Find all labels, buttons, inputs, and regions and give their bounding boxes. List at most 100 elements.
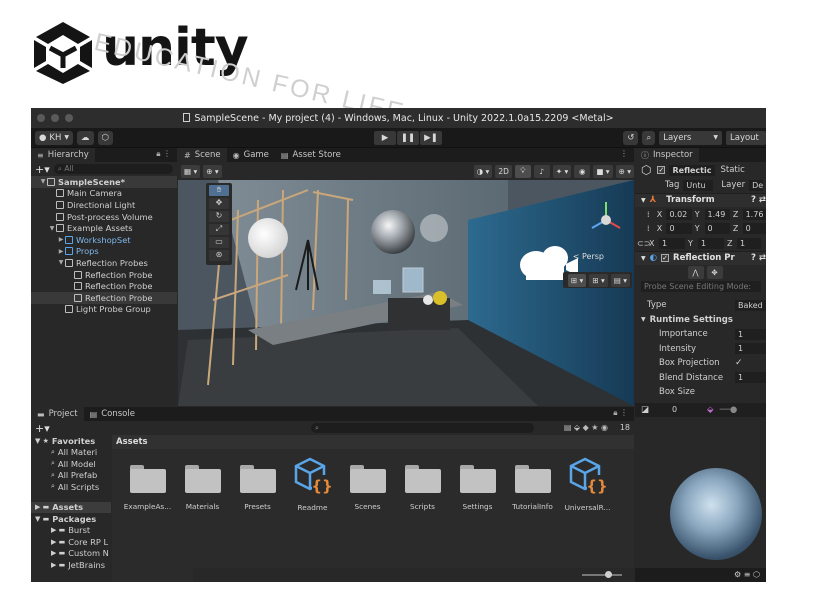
blend-distance-field[interactable]: 1	[735, 372, 766, 384]
scale-y-field[interactable]: 1	[698, 237, 724, 249]
chevron-right-icon[interactable]: ▶	[57, 236, 65, 243]
runtime-settings-header[interactable]: ▼ Runtime Settings	[635, 313, 766, 328]
preview-mip-field[interactable]: 0	[669, 404, 700, 416]
hierarchy-item[interactable]: Reflection Probe	[31, 291, 177, 304]
step-button[interactable]: ▶❚	[420, 130, 442, 145]
scale-z-field[interactable]: 1	[737, 237, 761, 249]
hierarchy-item[interactable]: Reflection Probe	[31, 269, 177, 281]
asset-item[interactable]: {} UniversalR...	[560, 455, 615, 512]
hierarchy-item[interactable]: Post-process Volume	[31, 211, 177, 223]
hierarchy-item[interactable]: Reflection Probe	[31, 280, 177, 292]
active-checkbox[interactable]: ✓	[657, 166, 666, 174]
chevron-down-icon[interactable]: ▼	[39, 178, 47, 185]
tag-dropdown[interactable]: Untu	[683, 179, 714, 191]
effects-dropdown[interactable]: ✦ ▾	[552, 164, 572, 178]
probe-more-button[interactable]: ▤ ▾	[610, 273, 630, 287]
asset-item[interactable]: ExampleAs...	[120, 455, 175, 512]
hand-tool-button[interactable]: ✋︎	[209, 185, 229, 196]
tab-asset-store[interactable]: ▤ Asset Store	[275, 148, 347, 162]
scale-x-field[interactable]: 1	[659, 237, 685, 249]
tab-console[interactable]: ▤ Console	[84, 407, 141, 421]
link-icon[interactable]: ⊂⊃	[637, 239, 650, 248]
tab-inspector[interactable]: ⓘ Inspector	[635, 148, 699, 162]
shading-dropdown[interactable]: ◑ ▾	[473, 164, 493, 178]
scene-panel-menu[interactable]: ⋮	[620, 149, 628, 158]
project-panel-menu[interactable]: 🔒︎ ⋮	[613, 408, 628, 418]
account-button[interactable]: ● KH ▼	[35, 130, 74, 145]
move-tool-button[interactable]: ✥	[209, 198, 229, 209]
rotation-x-field[interactable]: 0	[666, 223, 692, 235]
tab-hierarchy[interactable]: ≡ Hierarchy	[31, 148, 95, 162]
asset-item[interactable]: Scripts	[395, 455, 450, 512]
probe-grid-button[interactable]: ⊞ ▾	[589, 273, 608, 287]
transform-header[interactable]: ▼ ⅄ Transform ? ⇄	[635, 192, 766, 207]
favorite-item[interactable]: ⌕ All Materi	[31, 447, 111, 459]
edit-origin-button[interactable]: ✥	[706, 265, 723, 279]
scale-tool-button[interactable]: ⤢	[209, 224, 229, 235]
chevron-right-icon[interactable]: ▶	[57, 248, 65, 255]
layers-dropdown[interactable]: Layers ▼	[659, 130, 722, 145]
package-item[interactable]: ▶ ▬ Custom N	[31, 548, 111, 560]
color-picker-icon[interactable]: ⬙	[707, 405, 714, 415]
search-button[interactable]: ⌕	[642, 130, 656, 145]
persp-label[interactable]: < Persp	[573, 252, 604, 261]
hierarchy-item[interactable]: ▼ Reflection Probes	[31, 257, 177, 269]
hierarchy-search-input[interactable]: ⌕ All	[53, 164, 173, 174]
history-button[interactable]: ↺	[623, 130, 639, 145]
rotation-z-field[interactable]: 0	[742, 223, 766, 235]
hierarchy-item[interactable]: Light Probe Group	[31, 304, 177, 316]
asset-item[interactable]: {} Readme	[285, 455, 340, 512]
asset-item[interactable]: Scenes	[340, 455, 395, 512]
favorite-item[interactable]: ⌕ All Scripts	[31, 481, 111, 493]
box-projection-checkbox[interactable]: ✓	[735, 358, 743, 368]
tab-scene[interactable]: # Scene	[178, 148, 227, 162]
pause-button[interactable]: ❚❚	[397, 130, 419, 145]
package-item[interactable]: ▶ ▬ Core RP L	[31, 536, 111, 548]
reflection-probe-header[interactable]: ▼ ◐ ✓ Reflection Pr ? ⇄	[635, 250, 766, 265]
hierarchy-item[interactable]: Main Camera	[31, 188, 177, 200]
favorite-item[interactable]: ⌕ All Prefab	[31, 470, 111, 482]
favorites-header[interactable]: ▼ ★ Favorites	[31, 435, 111, 447]
object-name-field[interactable]: Reflectic	[669, 164, 716, 176]
transform-tool-button[interactable]: ⊛	[209, 250, 229, 261]
scene-viewport[interactable]: ✋︎ ✥ ↻ ⤢ ▭ ⊛ < Persp ⊞ ▾ ⊞ ▾ ▤ ▾	[178, 180, 634, 406]
lighting-toggle[interactable]: 💡︎	[514, 164, 531, 178]
hierarchy-item[interactable]: Directional Light	[31, 199, 177, 211]
favorite-item[interactable]: ⌕ All Model	[31, 458, 111, 470]
package-item[interactable]: ▶ ▬ Burst	[31, 525, 111, 537]
position-x-field[interactable]: 0.02	[666, 208, 692, 220]
probe-edit-button[interactable]: ⊞ ▾	[567, 273, 587, 287]
icon-size-slider-knob[interactable]	[605, 571, 612, 578]
hierarchy-item[interactable]: ▶ WorkshopSet	[31, 234, 177, 246]
play-button[interactable]: ▶	[374, 130, 396, 145]
chevron-down-icon[interactable]: ▼	[57, 259, 65, 266]
asset-item[interactable]: Materials	[175, 455, 230, 512]
rotate-tool-button[interactable]: ↻	[209, 211, 229, 222]
hierarchy-item[interactable]: ▶ Props	[31, 246, 177, 258]
status-icons[interactable]: ⚙ ≡ ⬡	[734, 570, 760, 579]
render-mode-dropdown[interactable]: ⊕ ▾	[203, 164, 222, 178]
edit-bounds-button[interactable]: ⋀	[687, 265, 704, 279]
rect-tool-button[interactable]: ▭	[209, 237, 229, 248]
visibility-toggle[interactable]: ◉	[574, 164, 591, 178]
asset-item[interactable]: Presets	[230, 455, 285, 512]
asset-item[interactable]: TutorialInfo	[505, 455, 560, 512]
collab-button[interactable]: ⬡	[97, 130, 113, 145]
cloud-button[interactable]: ☁	[77, 130, 94, 145]
position-z-field[interactable]: 1.76	[742, 208, 766, 220]
gizmos-dropdown[interactable]: ⊕ ▾	[615, 164, 634, 178]
hierarchy-item[interactable]: ▼ Example Assets	[31, 222, 177, 234]
help-icon[interactable]: ? ⇄	[751, 195, 766, 205]
intensity-field[interactable]: 1	[735, 343, 766, 355]
preview-exposure-slider[interactable]: ──●	[720, 405, 738, 415]
project-search-input[interactable]: ⌕	[311, 423, 534, 433]
create-asset-button[interactable]: +▾	[35, 422, 50, 435]
icon-size-slider-track[interactable]	[582, 574, 622, 576]
assets-breadcrumb[interactable]: Assets	[112, 435, 634, 449]
importance-field[interactable]: 1	[735, 328, 766, 340]
camera-dropdown[interactable]: ■ ▾	[593, 164, 613, 178]
rotation-y-field[interactable]: 0	[704, 223, 730, 235]
type-dropdown[interactable]: Baked	[735, 299, 766, 311]
layer-dropdown[interactable]: De	[749, 179, 763, 191]
help-icon[interactable]: ? ⇄	[751, 253, 766, 263]
